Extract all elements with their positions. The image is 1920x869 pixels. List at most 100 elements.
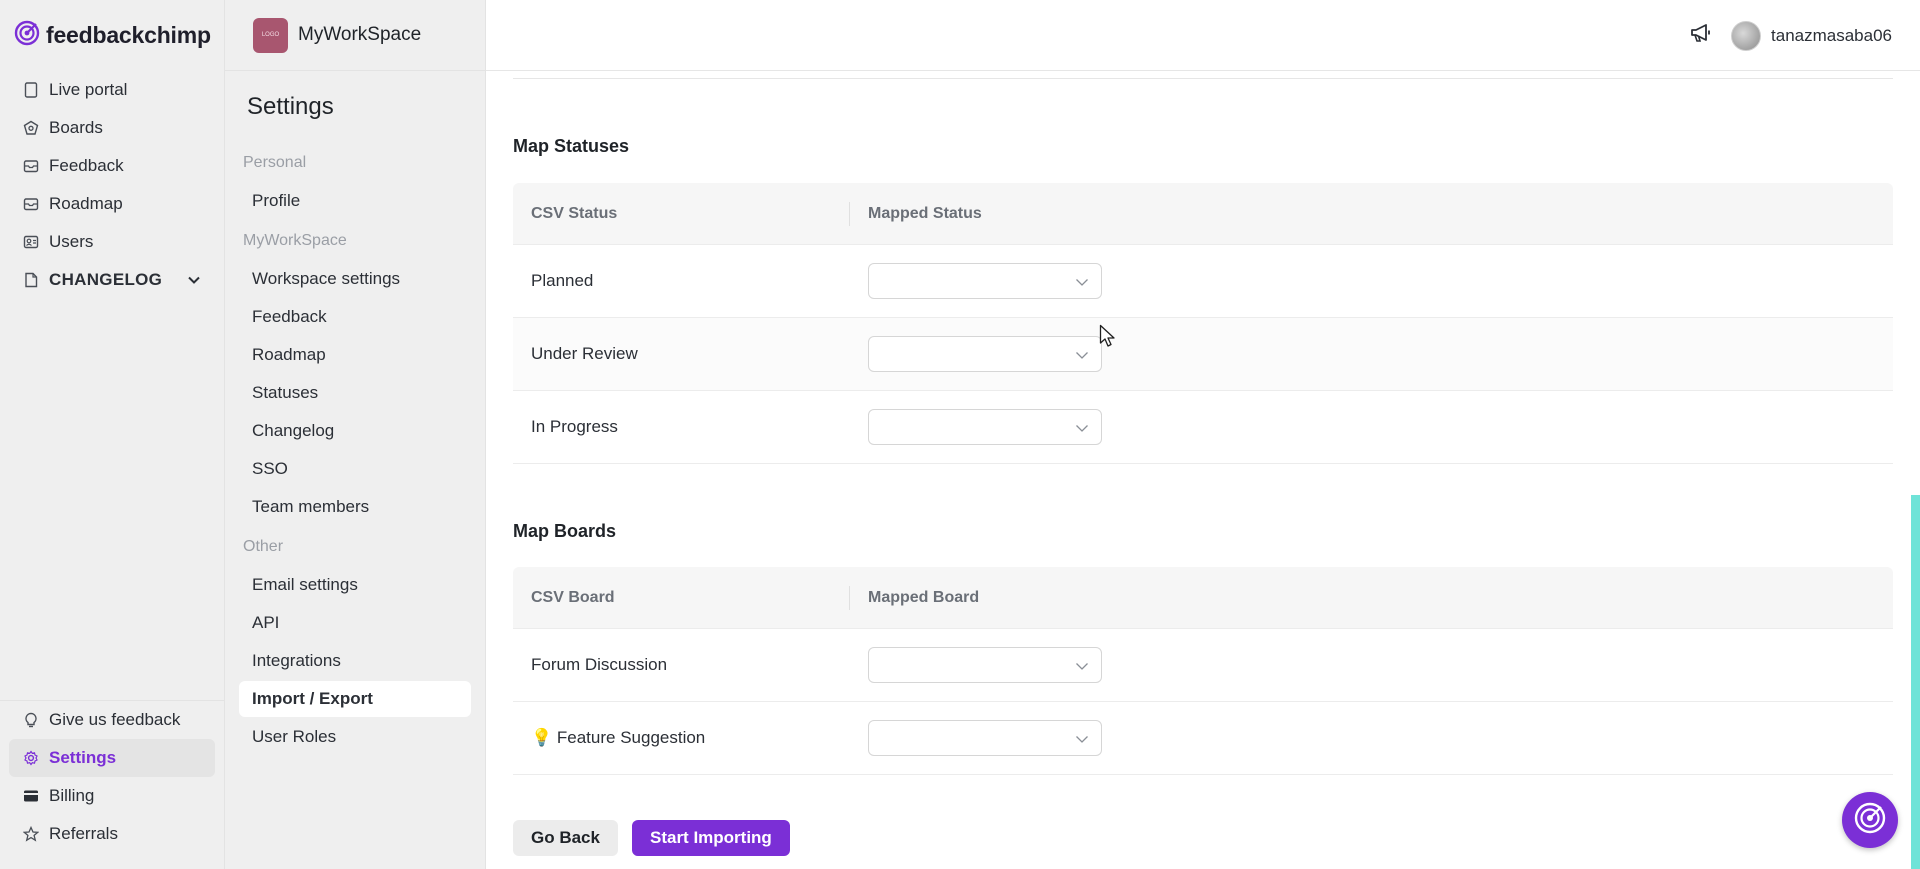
- settings-item-sso[interactable]: SSO: [239, 451, 471, 487]
- workspace-logo-text: LOGO: [261, 32, 280, 38]
- action-buttons: Go Back Start Importing: [513, 820, 790, 856]
- mapped-board-select[interactable]: [868, 720, 1102, 756]
- settings-item-roadmap[interactable]: Roadmap: [239, 337, 471, 373]
- map-boards-title: Map Boards: [513, 521, 617, 541]
- nav-boards-label: Boards: [49, 118, 103, 137]
- nav-referrals-label: Referrals: [49, 824, 118, 843]
- top-bar: tanazmasaba06: [486, 0, 1920, 71]
- chevron-down-icon: [1075, 731, 1089, 749]
- mapped-status-select[interactable]: [868, 263, 1102, 299]
- map-boards-table: CSV Board Mapped Board Forum Discussion …: [513, 567, 1893, 775]
- feedbackchimp-logo-icon: [14, 20, 40, 51]
- nav-users-label: Users: [49, 232, 94, 251]
- bulb-icon: [23, 712, 39, 728]
- workspace-logo: LOGO: [253, 17, 288, 53]
- table-row: 💡 Feature Suggestion: [513, 702, 1893, 775]
- settings-item-api[interactable]: API: [239, 605, 471, 641]
- settings-item-changelog[interactable]: Changelog: [239, 413, 471, 449]
- nav-billing-label: Billing: [49, 786, 95, 805]
- mouse-cursor-icon: [1099, 324, 1117, 353]
- nav-live-portal[interactable]: Live portal: [9, 71, 215, 109]
- inbox-icon: [23, 158, 39, 174]
- nav-billing[interactable]: Billing: [9, 777, 215, 815]
- table-row: In Progress: [513, 391, 1893, 464]
- column-header-csv-board: CSV Board: [513, 585, 850, 610]
- star-icon: [23, 826, 39, 842]
- mapped-board-select[interactable]: [868, 647, 1102, 683]
- csv-status-value: Planned: [531, 271, 594, 290]
- section-label-workspace: MyWorkSpace: [243, 232, 347, 249]
- divider: [513, 78, 1893, 79]
- board-icon: [23, 120, 39, 136]
- table-row: Planned: [513, 245, 1893, 318]
- settings-item-integrations[interactable]: Integrations: [239, 643, 471, 679]
- nav-live-portal-label: Live portal: [49, 80, 128, 99]
- section-label-other: Other: [243, 538, 284, 555]
- left-navigation: feedbackchimp Live portal Boards Feedbac…: [0, 0, 225, 869]
- section-label-personal: Personal: [243, 154, 307, 171]
- megaphone-icon[interactable]: [1689, 22, 1713, 49]
- settings-title: Settings: [247, 93, 334, 120]
- settings-item-workspace-settings[interactable]: Workspace settings: [239, 261, 471, 297]
- csv-board-value: 💡 Feature Suggestion: [531, 728, 706, 747]
- nav-boards[interactable]: Boards: [9, 109, 215, 147]
- settings-item-user-roles[interactable]: User Roles: [239, 719, 471, 755]
- settings-item-profile[interactable]: Profile: [239, 183, 471, 219]
- table-header: CSV Board Mapped Board: [513, 567, 1893, 629]
- settings-item-import-export[interactable]: Import / Export: [239, 681, 471, 717]
- nav-settings[interactable]: Settings: [9, 739, 215, 777]
- csv-status-value: In Progress: [531, 417, 618, 436]
- gear-icon: [23, 750, 39, 766]
- column-header-csv-status: CSV Status: [513, 201, 850, 226]
- brand[interactable]: feedbackchimp: [0, 0, 224, 71]
- workspace-name: MyWorkSpace: [298, 24, 422, 45]
- chat-widget-button[interactable]: [1842, 792, 1898, 848]
- settings-item-feedback[interactable]: Feedback: [239, 299, 471, 335]
- username: tanazmasaba06: [1771, 25, 1892, 45]
- avatar: [1731, 20, 1762, 51]
- nav-give-feedback-label: Give us feedback: [49, 710, 181, 729]
- table-row: Under Review: [513, 318, 1893, 391]
- brand-name: feedbackchimp: [46, 22, 211, 48]
- chevron-down-icon: [1075, 347, 1089, 365]
- chevron-down-icon: [1075, 274, 1089, 292]
- users-icon: [23, 234, 39, 250]
- map-icon: [23, 196, 39, 212]
- nav-roadmap[interactable]: Roadmap: [9, 185, 215, 223]
- nav-feedback-label: Feedback: [49, 156, 124, 175]
- card-icon: [23, 788, 39, 804]
- settings-item-email-settings[interactable]: Email settings: [239, 567, 471, 603]
- column-header-mapped-status: Mapped Status: [868, 204, 982, 222]
- csv-board-value: Forum Discussion: [531, 655, 668, 674]
- settings-item-team-members[interactable]: Team members: [239, 489, 471, 525]
- mapped-status-select[interactable]: [868, 409, 1102, 445]
- column-header-mapped-board: Mapped Board: [868, 588, 980, 606]
- csv-status-value: Under Review: [531, 344, 638, 363]
- chevron-down-icon[interactable]: [187, 270, 201, 290]
- device-icon: [23, 82, 39, 98]
- mapped-status-select[interactable]: [868, 336, 1102, 372]
- workspace-header[interactable]: LOGO MyWorkSpace: [225, 0, 485, 71]
- map-statuses-title: Map Statuses: [513, 136, 630, 156]
- settings-item-statuses[interactable]: Statuses: [239, 375, 471, 411]
- chevron-down-icon: [1075, 420, 1089, 438]
- nav-users[interactable]: Users: [9, 223, 215, 261]
- go-back-button[interactable]: Go Back: [513, 820, 618, 856]
- nav-feedback[interactable]: Feedback: [9, 147, 215, 185]
- nav-referrals[interactable]: Referrals: [9, 815, 215, 853]
- user-menu[interactable]: tanazmasaba06: [1731, 20, 1892, 51]
- main-content: Map Statuses CSV Status Mapped Status Pl…: [486, 71, 1920, 869]
- nav-give-feedback[interactable]: Give us feedback: [9, 701, 215, 739]
- nav-roadmap-label: Roadmap: [49, 194, 123, 213]
- left-navigation-bottom: Give us feedback Settings Billing Referr…: [0, 700, 224, 853]
- nav-changelog[interactable]: CHANGELOG: [9, 261, 215, 299]
- document-icon: [23, 272, 39, 288]
- settings-navigation: LOGO MyWorkSpace Settings Personal Profi…: [225, 0, 486, 869]
- nav-changelog-label: CHANGELOG: [49, 270, 163, 289]
- table-row: Forum Discussion: [513, 629, 1893, 702]
- nav-settings-label: Settings: [49, 748, 117, 767]
- target-icon: [1853, 801, 1887, 840]
- start-importing-button[interactable]: Start Importing: [631, 820, 790, 856]
- table-header: CSV Status Mapped Status: [513, 183, 1893, 245]
- scrollbar-thumb[interactable]: [1911, 495, 1920, 869]
